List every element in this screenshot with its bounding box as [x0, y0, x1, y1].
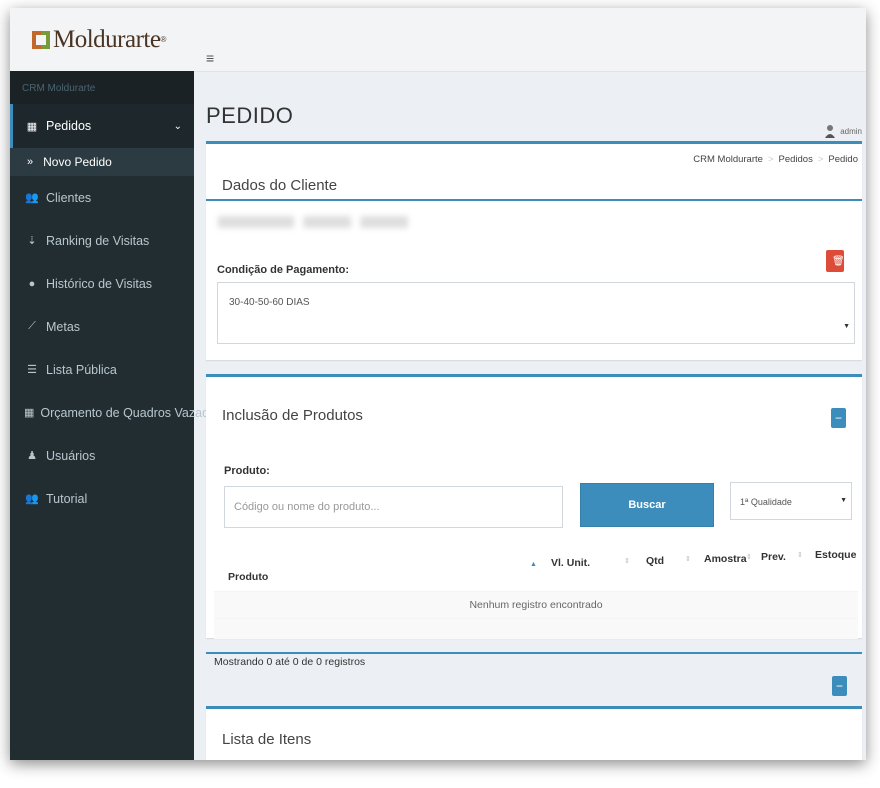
sidebar-item-metas[interactable]: ⟋ Metas [10, 305, 194, 348]
collapse-button[interactable]: − [831, 408, 846, 428]
menu-toggle-icon[interactable]: ≡ [206, 50, 214, 66]
column-header-prev[interactable]: Prev. [761, 551, 786, 563]
brand-logo[interactable]: Moldurarte ® [10, 8, 194, 71]
sidebar-item-pedidos[interactable]: ▦ Pedidos ⌄ [10, 104, 194, 148]
column-header-qtd[interactable]: Qtd [646, 555, 664, 567]
caret-down-icon: ▼ [843, 323, 850, 330]
box-title-dados-cliente: Dados do Cliente [222, 177, 338, 194]
sidebar-item-label: Usuários [46, 448, 96, 463]
minus-icon: − [835, 679, 843, 693]
table-empty-row: Nenhum registro encontrado [214, 592, 858, 618]
table-bottom-row [214, 619, 858, 639]
sidebar-item-label: Ranking de Visitas [46, 233, 150, 248]
search-placeholder: Código ou nome do produto... [234, 501, 380, 513]
breadcrumb: CRM Moldurarte > Pedidos > Pedido [693, 154, 858, 165]
sidebar-item-label: Metas [46, 319, 81, 334]
user-icon: ♟ [27, 450, 37, 462]
sidebar-item-lista-publica[interactable]: ☰ Lista Pública [10, 348, 194, 391]
search-input[interactable]: Código ou nome do produto... [224, 486, 563, 528]
users-icon: 👥 [25, 192, 39, 204]
sort-icon: ⇕ [746, 554, 752, 561]
box-inclusao-produtos: Inclusão de Produtos − Produto: Código o… [206, 374, 862, 639]
grid-icon: ▦ [26, 120, 38, 133]
double-chevron-right-icon: » [27, 156, 34, 168]
sidebar-item-label: Pedidos [46, 119, 92, 133]
breadcrumb-item: Pedido [828, 154, 858, 165]
box-lista-itens: Lista de Itens [206, 706, 862, 760]
avatar [824, 124, 836, 138]
pagamento-select[interactable]: 30-40-50-60 DIAS ▼ [217, 282, 855, 344]
page-title: PEDIDO [206, 103, 294, 128]
sort-icon: ⇕ [797, 552, 803, 559]
sort-asc-icon: ▲ [530, 561, 537, 568]
box-divider [206, 652, 862, 654]
sidebar-item-historico[interactable]: ● Histórico de Visitas [10, 262, 194, 305]
table-info: Mostrando 0 até 0 de 0 registros [214, 656, 366, 668]
sidebar: Moldurarte ® CRM Moldurarte ▦ Pedidos ⌄ … [10, 8, 222, 760]
grid-icon: ▦ [24, 407, 35, 419]
qualidade-value: 1ª Qualidade [740, 497, 792, 507]
collapse-button[interactable]: − [832, 676, 847, 696]
delete-button[interactable]: 🗑 [826, 250, 845, 272]
column-header-estoque[interactable]: Estoque [815, 549, 856, 561]
minus-icon: − [834, 411, 842, 425]
logo-mark-icon [32, 30, 50, 49]
column-header-vl-unit[interactable]: Vl. Unit. [551, 557, 590, 569]
box-divider [206, 199, 862, 201]
sort-icon: ⇕ [685, 556, 691, 563]
breadcrumb-separator: > [767, 154, 774, 165]
sidebar-item-tutorial[interactable]: 👥 Tutorial [10, 477, 194, 520]
box-dados-cliente: CRM Moldurarte > Pedidos > Pedido Dados do C… [206, 141, 862, 360]
pagamento-value: 30-40-50-60 DIAS [229, 297, 310, 308]
column-header-amostra[interactable]: Amostra [704, 553, 747, 565]
breadcrumb-item[interactable]: Pedidos [779, 154, 813, 165]
sidebar-item-orcamento[interactable]: ▦ Orçamento de Quadros Vazados [10, 391, 222, 434]
cliente-name-blurred [218, 216, 408, 228]
column-header-produto[interactable]: Produto [228, 571, 268, 583]
sidebar-item-label: Tutorial [46, 491, 88, 506]
sidebar-header: CRM Moldurarte [10, 71, 194, 104]
sidebar-item-label: Histórico de Visitas [46, 276, 153, 291]
sidebar-item-label: Clientes [46, 190, 92, 205]
breadcrumb-item[interactable]: CRM Moldurarte [693, 154, 763, 165]
user-name: admin [840, 126, 862, 136]
qualidade-select[interactable]: 1ª Qualidade ▼ [730, 482, 852, 520]
buscar-button[interactable]: Buscar [580, 483, 714, 527]
line-chart-icon: ⟋ [28, 320, 36, 332]
sort-icon: ⇣ [27, 235, 37, 247]
box-title-inclusao-produtos: Inclusão de Produtos [222, 407, 363, 424]
content-header: PEDIDO admin [194, 72, 866, 142]
sidebar-item-usuarios[interactable]: ♟ Usuários [10, 434, 194, 477]
sidebar-item-clientes[interactable]: 👥 Clientes [10, 176, 194, 219]
brand-reg: ® [160, 35, 167, 44]
brand-name: Moldurarte [53, 25, 161, 53]
app-window: Moldurarte ® CRM Moldurarte ▦ Pedidos ⌄ … [10, 8, 866, 760]
pagamento-label: Condição de Pagamento: [217, 264, 350, 276]
sidebar-subitem-novo-pedido[interactable]: » Novo Pedido [10, 148, 194, 176]
box-title-lista-itens: Lista de Itens [222, 731, 312, 748]
top-navbar: ≡ [194, 8, 866, 72]
sidebar-subitem-label: Novo Pedido [43, 155, 112, 169]
sidebar-item-ranking[interactable]: ⇣ Ranking de Visitas [10, 219, 194, 262]
caret-down-icon: ▼ [840, 497, 847, 504]
trash-icon: 🗑 [832, 256, 845, 267]
chevron-down-icon: ⌄ [173, 120, 182, 132]
produto-label: Produto: [224, 465, 270, 477]
sidebar-item-label: Lista Pública [46, 362, 117, 377]
users-icon: 👥 [25, 493, 39, 505]
sort-icon: ⇕ [624, 558, 630, 565]
sidebar-item-label: Orçamento de Quadros Vazados [40, 405, 223, 420]
user-menu[interactable]: admin [824, 124, 862, 138]
breadcrumb-separator: > [817, 154, 824, 165]
map-marker-icon: ● [28, 277, 36, 290]
list-icon: ☰ [27, 364, 37, 376]
